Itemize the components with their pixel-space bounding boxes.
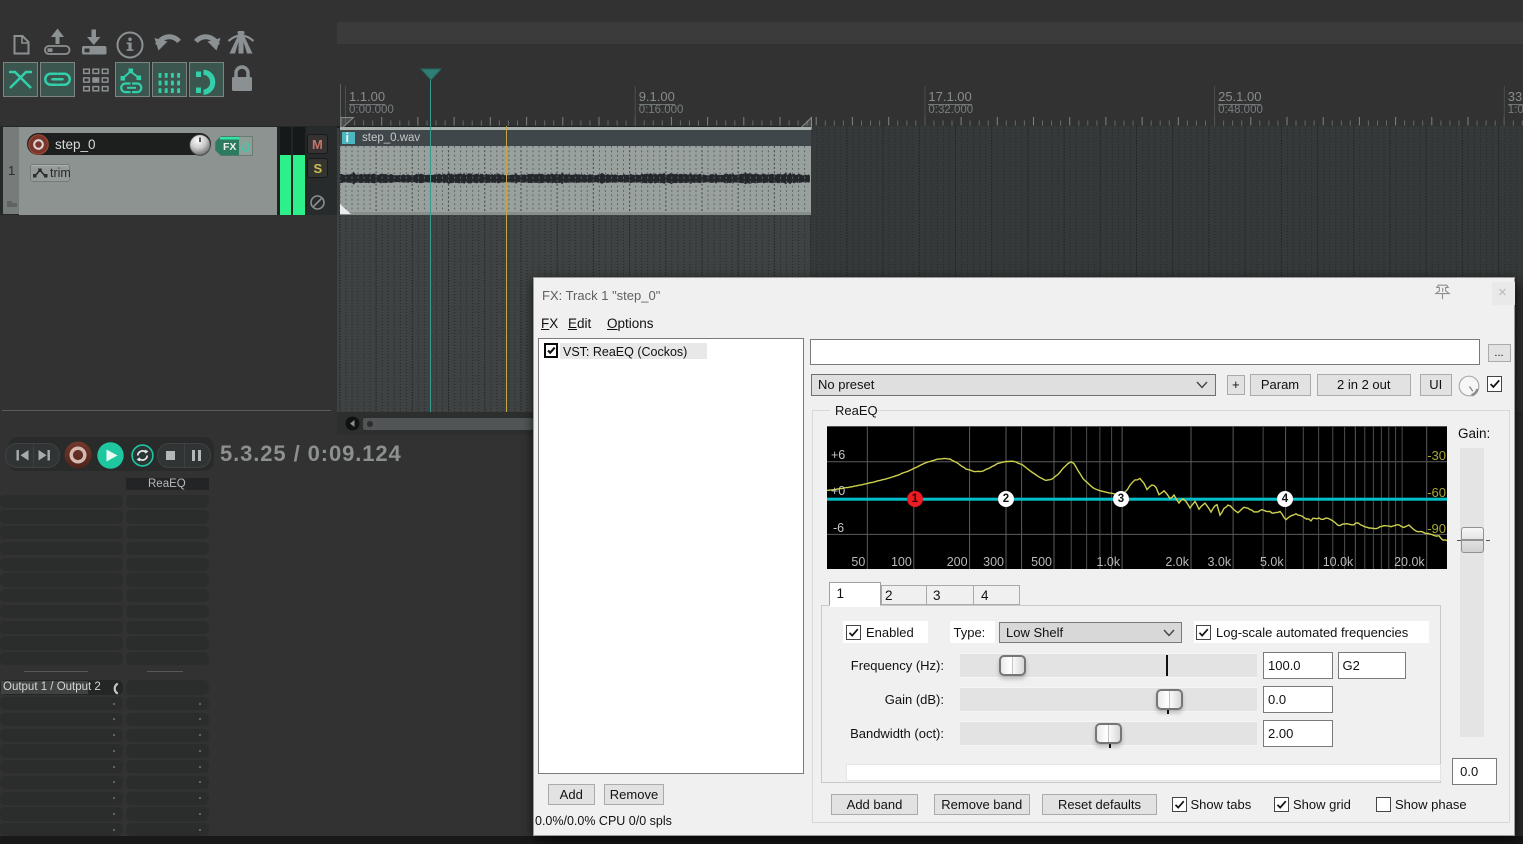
svg-text:FX: FX [223, 141, 236, 153]
